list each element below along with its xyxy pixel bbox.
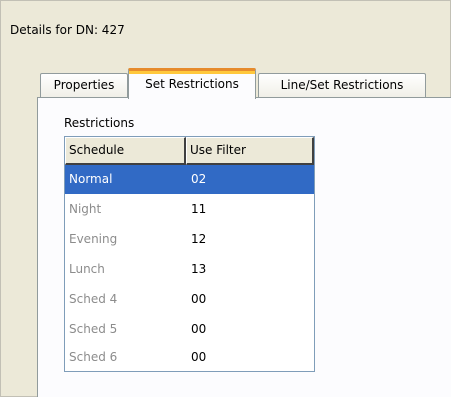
use-filter-cell[interactable]: 00	[191, 285, 206, 314]
column-header-use-filter[interactable]: Use Filter	[186, 137, 314, 165]
schedule-cell: Lunch	[69, 262, 105, 276]
use-filter-cell[interactable]: 11	[191, 195, 206, 224]
table-row[interactable]: Normal 02	[65, 165, 314, 194]
schedule-cell: Evening	[69, 232, 118, 246]
restrictions-label: Restrictions	[64, 116, 135, 130]
table-row[interactable]: Sched 4 00	[65, 285, 314, 314]
restrictions-grid[interactable]: Schedule Use Filter Normal 02 Night 11 E…	[64, 136, 315, 372]
table-row[interactable]: Night 11	[65, 195, 314, 224]
table-row[interactable]: Evening 12	[65, 225, 314, 254]
column-header-schedule[interactable]: Schedule	[65, 137, 186, 165]
table-row[interactable]: Sched 5 00	[65, 315, 314, 344]
tab-line-set-restrictions[interactable]: Line/Set Restrictions	[258, 73, 426, 97]
schedule-cell: Sched 4	[69, 292, 118, 306]
grid-header: Schedule Use Filter	[65, 137, 314, 165]
schedule-cell: Normal	[69, 172, 113, 186]
schedule-cell: Night	[69, 202, 102, 216]
schedule-cell: Sched 5	[69, 322, 118, 336]
use-filter-cell[interactable]: 12	[191, 225, 206, 254]
table-row[interactable]: Sched 6 00	[65, 343, 314, 372]
schedule-cell: Sched 6	[69, 350, 118, 364]
frame-title: Details for DN: 427	[10, 23, 125, 37]
use-filter-cell[interactable]: 00	[191, 343, 206, 372]
table-row[interactable]: Lunch 13	[65, 255, 314, 284]
tab-set-restrictions[interactable]: Set Restrictions	[128, 68, 256, 99]
use-filter-cell[interactable]: 02	[191, 165, 206, 194]
tab-properties[interactable]: Properties	[40, 73, 128, 97]
use-filter-cell[interactable]: 13	[191, 255, 206, 284]
use-filter-cell[interactable]: 00	[191, 315, 206, 344]
